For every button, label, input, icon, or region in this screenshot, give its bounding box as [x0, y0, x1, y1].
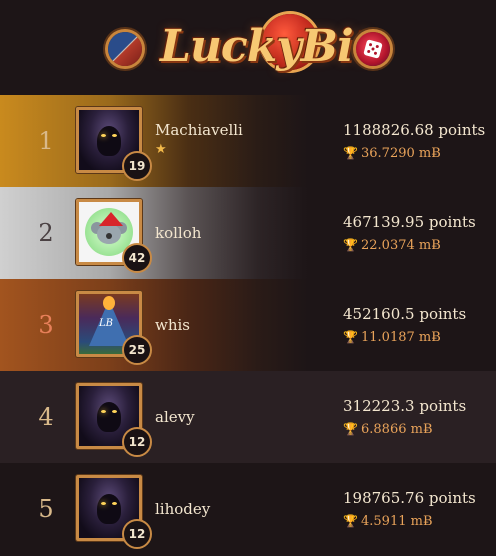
prize-amount: 🏆 4.5911 mɃ: [343, 511, 433, 531]
level-badge: 19: [122, 151, 152, 181]
rank-number: 3: [38, 311, 54, 339]
brand-logo: LuckyBit: [160, 21, 373, 72]
red-dice-icon: [356, 32, 390, 66]
level-badge: 12: [122, 427, 152, 457]
points-value: 198765.76 points: [343, 489, 476, 507]
leaderboard-row-1[interactable]: 1 19 Machiavelli ★ 1188826.68 points 🏆 36…: [0, 95, 496, 187]
rank-number: 1: [38, 127, 54, 155]
level-badge: 12: [122, 519, 152, 549]
prize-amount: 🏆 36.7290 mɃ: [343, 143, 441, 163]
player-name[interactable]: kolloh: [155, 222, 201, 244]
player-name[interactable]: lihodey: [155, 498, 210, 520]
trophy-icon: 🏆: [343, 422, 358, 436]
points-value: 452160.5 points: [343, 305, 467, 323]
star-icon: ★: [155, 142, 167, 157]
prize-amount: 🏆 11.0187 mɃ: [343, 327, 441, 347]
header: LuckyBit: [0, 0, 496, 95]
rank-number: 2: [38, 219, 54, 247]
level-badge: 42: [122, 243, 152, 273]
leaderboard-row-5[interactable]: 5 12 lihodey 198765.76 points 🏆 4.5911 mɃ: [0, 463, 496, 555]
level-badge: 25: [122, 335, 152, 365]
points-value: 312223.3 points: [343, 397, 467, 415]
leaderboard-row-3[interactable]: 3 LB 25 whis 452160.5 points 🏆 11.0187 mɃ: [0, 279, 496, 371]
points-value: 467139.95 points: [343, 213, 476, 231]
points-value: 1188826.68 points: [343, 121, 486, 139]
player-name[interactable]: Machiavelli: [155, 119, 243, 141]
bitcoin-dice-coin-icon: [108, 32, 142, 66]
leaderboard-row-2[interactable]: 2 42 kolloh 467139.95 points 🏆 22.0374 mɃ: [0, 187, 496, 279]
trophy-icon: 🏆: [343, 514, 358, 528]
prize-amount: 🏆 6.8866 mɃ: [343, 419, 433, 439]
leaderboard-row-4[interactable]: 4 12 alevy 312223.3 points 🏆 6.8866 mɃ: [0, 371, 496, 463]
player-name[interactable]: whis: [155, 314, 190, 336]
trophy-icon: 🏆: [343, 330, 358, 344]
trophy-icon: 🏆: [343, 238, 358, 252]
player-name[interactable]: alevy: [155, 406, 195, 428]
prize-amount: 🏆 22.0374 mɃ: [343, 235, 441, 255]
rank-number: 5: [38, 495, 54, 523]
trophy-icon: 🏆: [343, 146, 358, 160]
rank-number: 4: [38, 403, 54, 431]
